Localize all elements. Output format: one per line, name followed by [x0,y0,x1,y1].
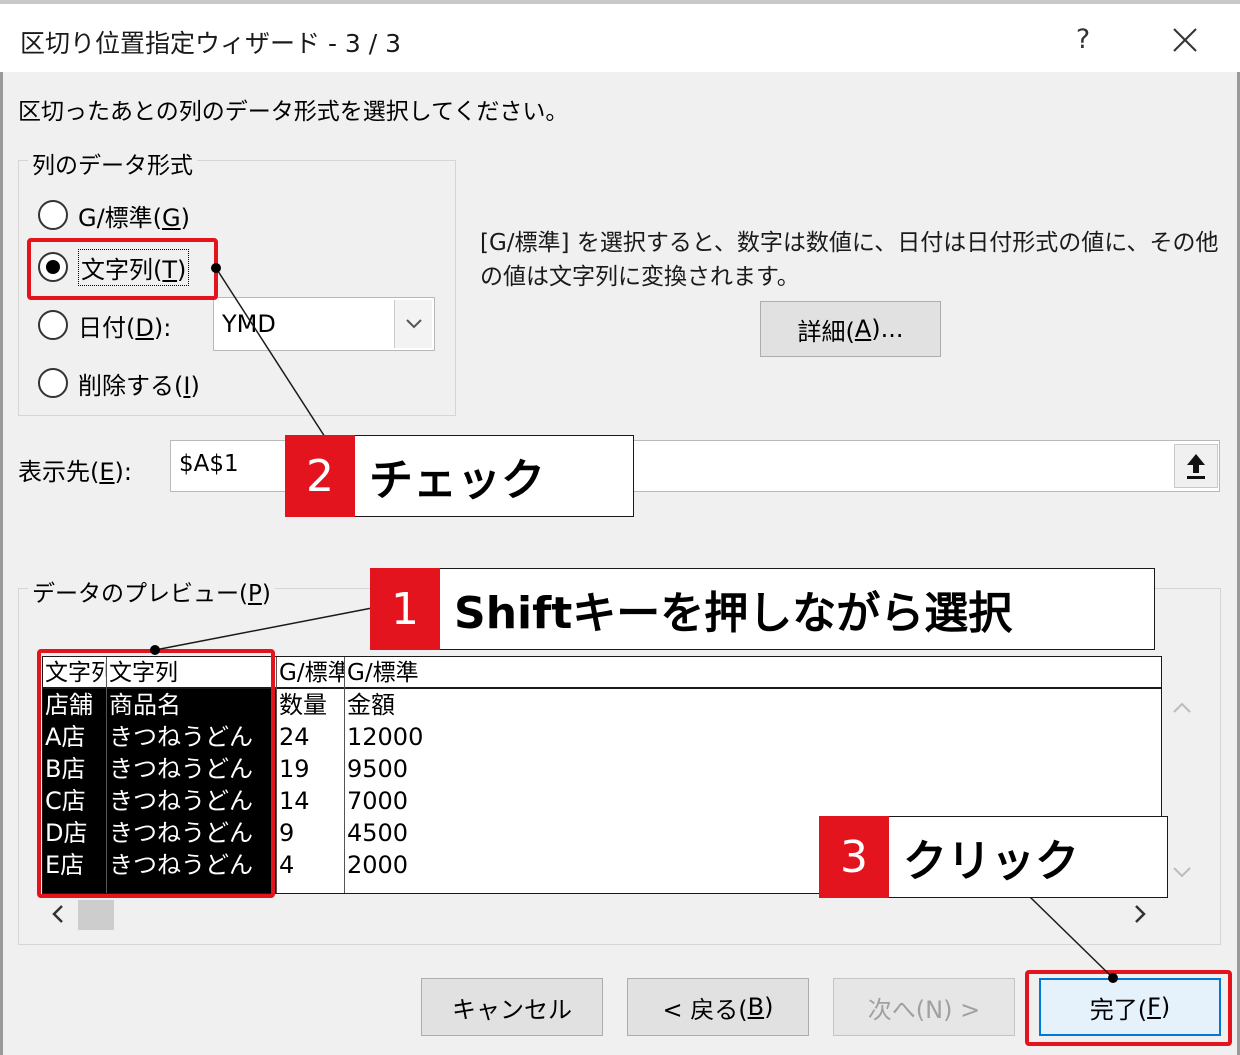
callout-step-2: 2 チェック [285,435,634,517]
callout-step-3: 3 クリック [819,816,1168,898]
callout-step-1: 1 Shiftキーを押しながら選択 [370,568,1155,650]
